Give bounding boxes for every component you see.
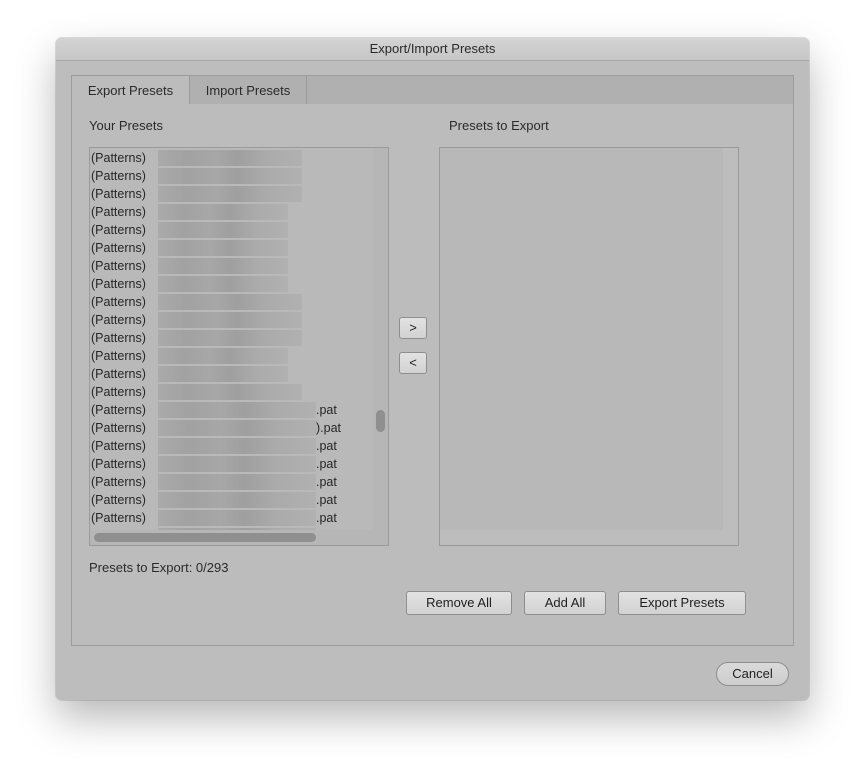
- preset-file-extension: .pat: [316, 439, 337, 453]
- preset-type-label: (Patterns): [91, 457, 146, 471]
- your-presets-heading: Your Presets: [89, 118, 163, 133]
- preset-list-item[interactable]: (Patterns): [90, 203, 372, 221]
- preset-list-item[interactable]: (Patterns): [90, 329, 372, 347]
- preset-list-item[interactable]: (Patterns): [90, 275, 372, 293]
- horizontal-scroll-thumb[interactable]: [94, 533, 316, 542]
- redacted-preset-name: [158, 186, 302, 202]
- export-list-horizontal-scrollbar: [440, 530, 738, 545]
- redacted-preset-name: [158, 240, 288, 256]
- vertical-scroll-thumb[interactable]: [376, 410, 385, 432]
- preset-type-label: (Patterns): [91, 169, 146, 183]
- preset-type-label: (Patterns): [91, 277, 146, 291]
- redacted-preset-name: [158, 474, 316, 490]
- preset-file-extension: ).pat: [316, 421, 342, 435]
- preset-type-label: (Patterns): [91, 313, 146, 327]
- tab-import-presets[interactable]: Import Presets: [190, 76, 307, 104]
- your-presets-rows: (Patterns) (Patterns) (Patterns) (Patterns)…: [90, 148, 372, 545]
- tab-export-presets[interactable]: Export Presets: [72, 76, 190, 104]
- preset-list-item[interactable]: (Patterns): [90, 239, 372, 257]
- redacted-preset-name: [158, 366, 288, 382]
- preset-list-item[interactable]: (Patterns): [90, 311, 372, 329]
- export-list-vertical-scrollbar: [723, 148, 738, 530]
- redacted-preset-name: [158, 258, 288, 274]
- redacted-preset-name: [158, 222, 288, 238]
- preset-type-label: (Patterns): [91, 349, 146, 363]
- preset-type-label: (Patterns): [91, 493, 146, 507]
- tab-panel: Export Presets Import Presets Your Prese…: [71, 75, 794, 646]
- export-presets-button[interactable]: Export Presets: [618, 591, 746, 615]
- redacted-preset-name: [158, 420, 318, 436]
- window-title: Export/Import Presets: [56, 38, 809, 61]
- preset-type-label: (Patterns): [91, 151, 146, 165]
- preset-type-label: (Patterns): [91, 475, 146, 489]
- preset-file-extension: .pat: [316, 403, 337, 417]
- preset-file-extension: .pat: [316, 457, 337, 471]
- preset-list-item[interactable]: (Patterns): [90, 365, 372, 383]
- preset-list-item[interactable]: (Patterns) .pat: [90, 491, 372, 509]
- vertical-scrollbar[interactable]: [373, 148, 388, 530]
- preset-list-item[interactable]: (Patterns): [90, 185, 372, 203]
- redacted-preset-name: [158, 492, 316, 508]
- redacted-preset-name: [158, 294, 302, 310]
- remove-all-button[interactable]: Remove All: [406, 591, 512, 615]
- preset-list-item[interactable]: (Patterns): [90, 221, 372, 239]
- remove-selected-button[interactable]: <: [399, 352, 427, 374]
- redacted-preset-name: [158, 276, 288, 292]
- presets-to-export-list[interactable]: [439, 147, 739, 546]
- preset-list-item[interactable]: (Patterns) .pat: [90, 455, 372, 473]
- tab-bar: Export Presets Import Presets: [72, 76, 793, 104]
- preset-type-label: (Patterns): [91, 259, 146, 273]
- preset-file-extension: .pat: [316, 475, 337, 489]
- preset-type-label: (Patterns): [91, 223, 146, 237]
- preset-list-item[interactable]: (Patterns): [90, 149, 372, 167]
- preset-list-item[interactable]: (Patterns) .pat: [90, 437, 372, 455]
- preset-list-item[interactable]: (Patterns) .pat: [90, 509, 372, 527]
- preset-list-item[interactable]: (Patterns): [90, 347, 372, 365]
- redacted-preset-name: [158, 348, 288, 364]
- preset-type-label: (Patterns): [91, 367, 146, 381]
- preset-type-label: (Patterns): [91, 511, 146, 525]
- preset-list-item[interactable]: (Patterns): [90, 383, 372, 401]
- redacted-preset-name: [158, 384, 302, 400]
- horizontal-scrollbar[interactable]: [90, 530, 388, 545]
- preset-list-item[interactable]: (Patterns): [90, 293, 372, 311]
- preset-type-label: (Patterns): [91, 403, 146, 417]
- preset-type-label: (Patterns): [91, 241, 146, 255]
- redacted-preset-name: [158, 312, 302, 328]
- redacted-preset-name: [158, 438, 316, 454]
- preset-file-extension: .pat: [316, 493, 337, 507]
- preset-type-label: (Patterns): [91, 331, 146, 345]
- preset-type-label: (Patterns): [91, 205, 146, 219]
- preset-list-item[interactable]: (Patterns): [90, 167, 372, 185]
- presets-export-count: Presets to Export: 0/293: [89, 560, 229, 575]
- presets-to-export-heading: Presets to Export: [449, 118, 549, 133]
- preset-file-extension: .pat: [316, 511, 337, 525]
- add-selected-button[interactable]: >: [399, 317, 427, 339]
- preset-type-label: (Patterns): [91, 439, 146, 453]
- add-all-button[interactable]: Add All: [524, 591, 606, 615]
- presets-to-export-empty-area: [440, 148, 723, 530]
- preset-list-item[interactable]: (Patterns) .pat: [90, 473, 372, 491]
- preset-type-label: (Patterns): [91, 385, 146, 399]
- preset-list-item[interactable]: (Patterns) .pat: [90, 401, 372, 419]
- preset-list-item[interactable]: (Patterns) ).pat: [90, 419, 372, 437]
- redacted-preset-name: [158, 168, 302, 184]
- preset-type-label: (Patterns): [91, 421, 146, 435]
- redacted-preset-name: [158, 510, 316, 526]
- preset-list-item[interactable]: (Patterns): [90, 257, 372, 275]
- redacted-preset-name: [158, 456, 316, 472]
- preset-type-label: (Patterns): [91, 295, 146, 309]
- your-presets-list[interactable]: (Patterns) (Patterns) (Patterns) (Patterns)…: [89, 147, 389, 546]
- redacted-preset-name: [158, 402, 316, 418]
- cancel-button[interactable]: Cancel: [716, 662, 789, 686]
- preset-type-label: (Patterns): [91, 187, 146, 201]
- export-import-presets-dialog: Export/Import Presets Export Presets Imp…: [56, 38, 809, 700]
- redacted-preset-name: [158, 204, 288, 220]
- redacted-preset-name: [158, 150, 302, 166]
- redacted-preset-name: [158, 330, 302, 346]
